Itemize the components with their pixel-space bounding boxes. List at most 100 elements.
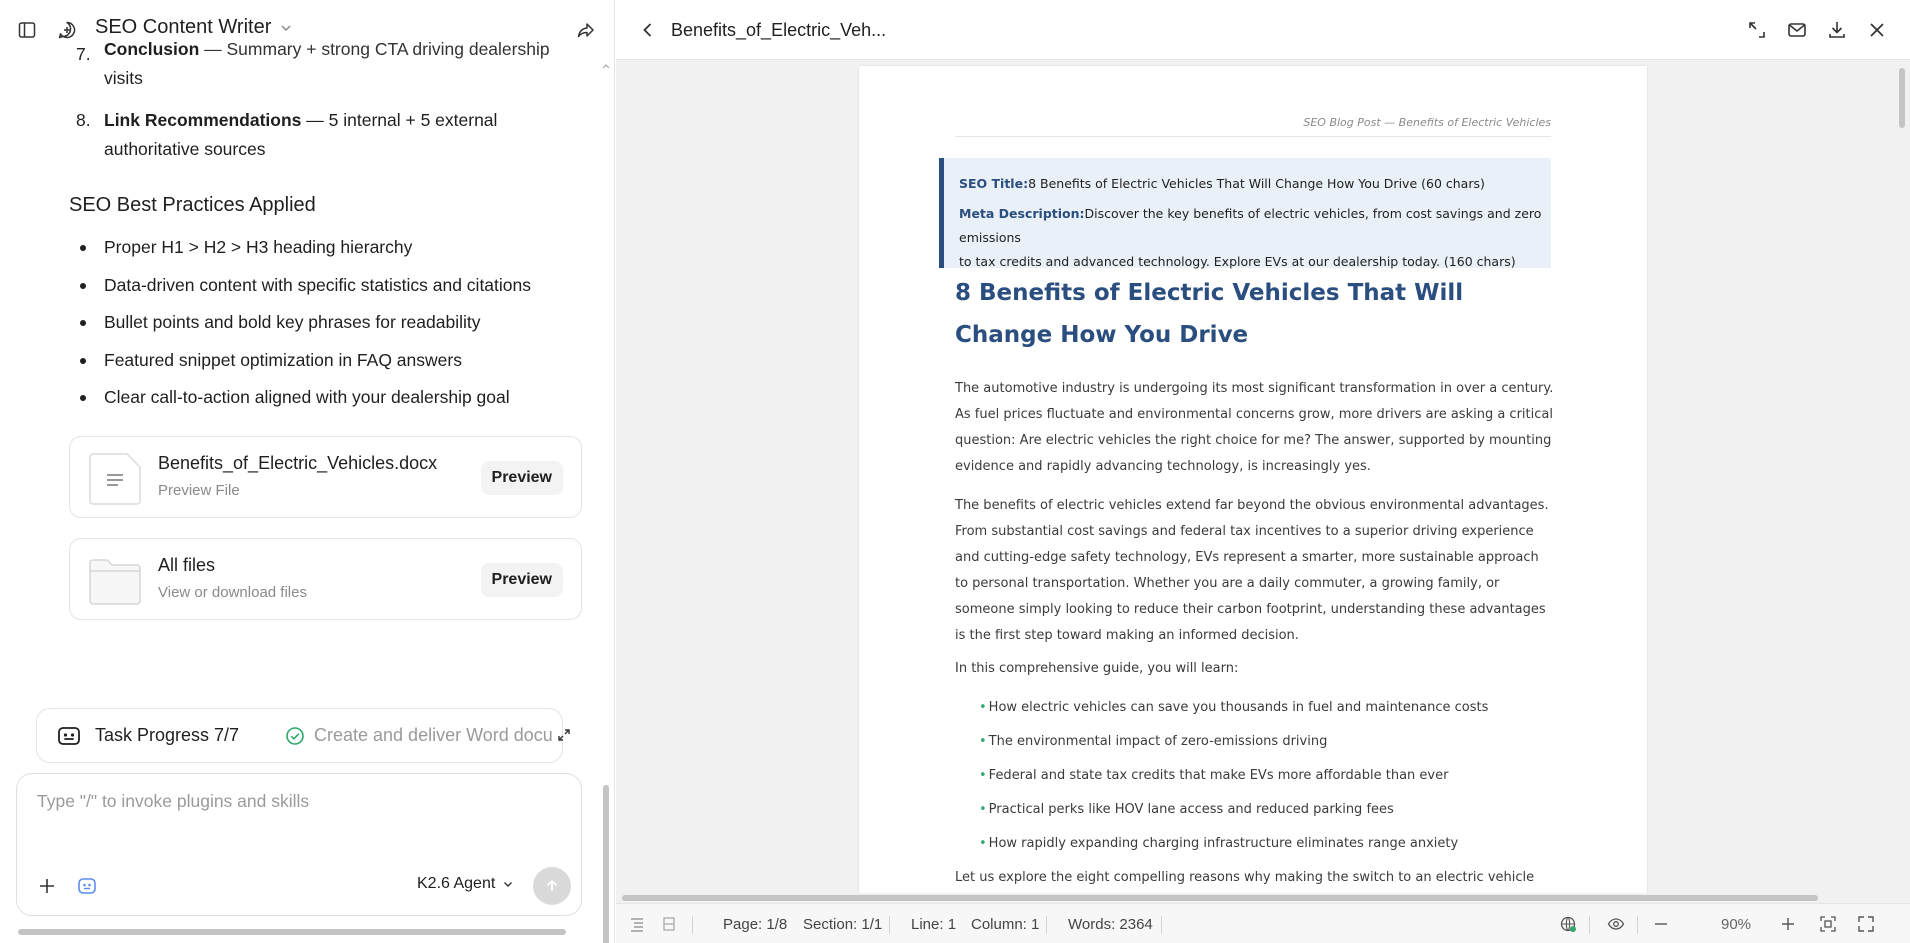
chat-horizontal-scrollbar[interactable] [0, 925, 600, 939]
fit-page-icon[interactable] [1819, 915, 1837, 933]
viewer-header: Benefits_of_Electric_Veh... [616, 0, 1910, 60]
composer-placeholder[interactable]: Type "/" to invoke plugins and skills [37, 791, 309, 812]
bullet-dot: • [979, 836, 987, 851]
paragraph: In this comprehensive guide, you will le… [955, 661, 1239, 676]
scroll-up-icon[interactable] [602, 62, 610, 70]
task-progress-bar[interactable]: Task Progress 7/7 Create and deliver Wor… [36, 708, 570, 763]
document-canvas[interactable]: SEO Blog Post — Benefits of Electric Veh… [616, 60, 1894, 893]
bullet-item: Clear call-to-action aligned with your d… [76, 382, 596, 420]
document-bullet-text: How electric vehicles can save you thous… [988, 700, 1489, 715]
chat-panel: SEO Content Writer 7. Conclusion — Summa… [0, 0, 615, 943]
meta-description-key: Meta Description: [959, 206, 1085, 221]
viewer-vertical-scrollbar[interactable] [1894, 60, 1910, 893]
download-icon[interactable] [1826, 19, 1848, 41]
app-title-dropdown[interactable]: SEO Content Writer [95, 16, 293, 39]
folder-icon [89, 559, 141, 605]
section-heading: SEO Best Practices Applied [69, 194, 316, 216]
status-divider [1046, 916, 1047, 934]
open-external-icon[interactable] [1746, 19, 1768, 41]
all-files-card[interactable]: All files View or download files Preview [69, 538, 582, 620]
document-bullet: • How electric vehicles can save you thou… [979, 695, 1559, 721]
status-divider [692, 916, 693, 934]
robot-icon [58, 727, 80, 745]
close-icon[interactable] [1866, 19, 1888, 41]
seo-meta-box: SEO Title:8 Benefits of Electric Vehicle… [939, 158, 1551, 269]
list-item: Link Recommendations — 5 internal + 5 ex… [104, 106, 564, 164]
outline-icon[interactable] [628, 915, 646, 933]
list-item-text: — Summary + strong CTA driving dealershi… [199, 40, 550, 59]
preview-all-files-button[interactable]: Preview [480, 563, 563, 597]
section-indicator: Section: 1/1 [803, 916, 883, 933]
document-bullet: • The environmental impact of zero-emissi… [979, 729, 1559, 755]
document-bullet-text: The environmental impact of zero-emissio… [988, 734, 1328, 749]
list-number: 7. [76, 44, 91, 64]
meta-description-line: Meta Description:Discover the key benefi… [959, 202, 1551, 274]
expand-icon[interactable] [557, 728, 571, 742]
bullet-dot: • [979, 700, 987, 715]
chevron-down-icon [281, 24, 291, 31]
bullet-item: Proper H1 > H2 > H3 heading hierarchy [76, 232, 596, 270]
seo-title-key: SEO Title: [959, 176, 1029, 191]
bullet-dot: • [979, 802, 987, 817]
bullet-item: Bullet points and bold key phrases for r… [76, 307, 596, 345]
plus-icon[interactable] [37, 876, 57, 896]
language-globe-icon[interactable] [1559, 915, 1577, 933]
check-circle-icon [286, 727, 304, 745]
zoom-out-icon[interactable] [1652, 915, 1670, 933]
zoom-in-icon[interactable] [1779, 915, 1797, 933]
bullet-dot: • [979, 768, 987, 783]
page-header-text: SEO Blog Post — Benefits of Electric Veh… [1303, 116, 1551, 129]
fullscreen-icon[interactable] [1857, 915, 1875, 933]
meta-description-value-2: to tax credits and advanced technology. … [959, 254, 1516, 269]
chevron-down-icon [504, 882, 513, 887]
share-icon[interactable] [574, 18, 598, 42]
document-viewer-panel: Benefits_of_Electric_Veh... SEO Blog Pos… [616, 0, 1910, 943]
model-selector[interactable]: K2.6 Agent [417, 875, 514, 893]
document-bullet: • Practical perks like HOV lane access an… [979, 797, 1559, 823]
send-button[interactable] [533, 867, 571, 905]
chat-messages: 7. Conclusion — Summary + strong CTA dri… [0, 40, 600, 680]
app-title: SEO Content Writer [95, 16, 272, 38]
status-divider [1637, 916, 1638, 934]
scrollbar-thumb[interactable] [603, 785, 609, 943]
sidebar-toggle-icon[interactable] [15, 18, 39, 42]
skills-icon[interactable] [77, 876, 97, 896]
all-files-title: All files [158, 555, 216, 575]
paragraph: The benefits of electric vehicles extend… [955, 498, 1549, 643]
scrollbar-thumb[interactable] [622, 895, 1818, 901]
new-chat-icon[interactable] [55, 18, 79, 42]
app-window: SEO Content Writer 7. Conclusion — Summa… [0, 0, 1910, 943]
file-name: Benefits_of_Electric_Vehicles.docx [158, 453, 438, 473]
document-bullet: • Federal and state tax credits that make… [979, 763, 1559, 789]
list-item: Conclusion — Summary + strong CTA drivin… [104, 40, 564, 93]
chat-vertical-scrollbar[interactable] [602, 60, 610, 943]
task-current-step: Create and deliver Word document [314, 725, 552, 745]
message-composer[interactable]: Type "/" to invoke plugins and skills K2… [16, 773, 582, 916]
preview-file-button[interactable]: Preview [480, 461, 563, 495]
page-layout-icon[interactable] [660, 915, 678, 933]
eye-icon[interactable] [1607, 915, 1625, 933]
list-item-bold: Conclusion [104, 40, 200, 59]
list-item-text: — 5 internal + 5 external [301, 110, 498, 130]
file-subtitle: Preview File [158, 482, 240, 499]
all-files-subtitle: View or download files [158, 584, 307, 601]
scrollbar-thumb[interactable] [1899, 68, 1905, 128]
column-indicator: Column: 1 [971, 916, 1040, 933]
scrollbar-thumb[interactable] [18, 929, 566, 935]
status-divider [889, 916, 890, 934]
document-heading: 8 Benefits of Electric Vehicles That Wil… [955, 280, 1464, 348]
viewer-horizontal-scrollbar[interactable] [616, 893, 1894, 903]
list-item-text: authoritative sources [104, 139, 266, 159]
back-chevron-icon[interactable] [638, 20, 658, 40]
document-icon [89, 453, 141, 505]
list-item-text: visits [104, 68, 143, 88]
mail-icon[interactable] [1786, 19, 1808, 41]
status-divider [1589, 916, 1590, 934]
file-card[interactable]: Benefits_of_Electric_Vehicles.docx Previ… [69, 436, 582, 518]
paragraph: Let us explore the eight compelling reas… [955, 870, 1535, 885]
document-page: SEO Blog Post — Benefits of Electric Veh… [859, 66, 1647, 893]
zoom-level: 90% [1721, 916, 1752, 933]
line-indicator: Line: 1 [911, 916, 957, 933]
list-number: 8. [76, 110, 91, 130]
page-header-divider [955, 136, 1551, 137]
